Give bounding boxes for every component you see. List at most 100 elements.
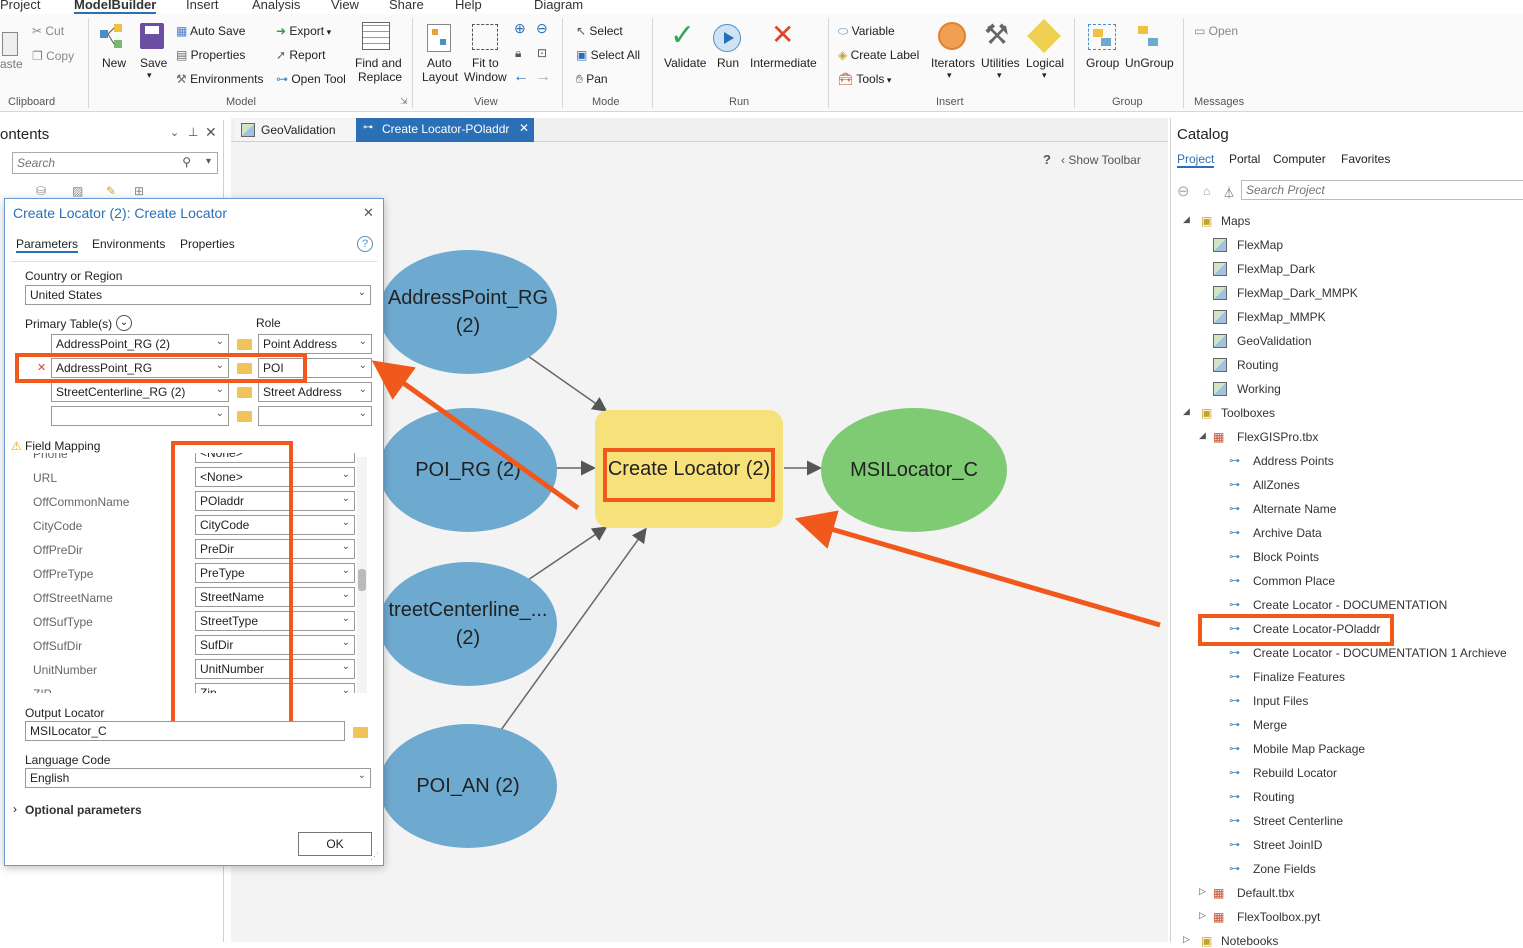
- intermediate-button[interactable]: Intermediate: [750, 56, 817, 70]
- contents-search-box[interactable]: ⚲ ▾: [12, 152, 218, 174]
- select-all-button[interactable]: ▣ Select All: [576, 48, 640, 62]
- lock-icon[interactable]: 🔒︎: [515, 46, 521, 61]
- copy-button[interactable]: ❐ Copy: [32, 49, 74, 63]
- zoom-out-icon[interactable]: ⊖: [536, 20, 548, 37]
- pin-icon[interactable]: ⊥: [188, 125, 198, 139]
- expand-arrow-icon[interactable]: ◢: [1183, 214, 1190, 225]
- database-icon[interactable]: ⛁: [36, 184, 46, 198]
- auto-layout-icon[interactable]: [427, 24, 451, 52]
- dialog-tab-environments[interactable]: Environments: [92, 237, 165, 251]
- auto-layout-label-2[interactable]: Layout: [422, 70, 458, 84]
- folder-icon[interactable]: [237, 387, 252, 398]
- back-icon[interactable]: ⊖: [1177, 182, 1190, 200]
- catalog-tab-project[interactable]: Project: [1177, 152, 1215, 168]
- chevron-down-icon[interactable]: ▾: [947, 70, 952, 81]
- dialog-tab-parameters[interactable]: Parameters: [16, 237, 79, 253]
- find-replace-icon[interactable]: [362, 22, 390, 50]
- catalog-tab-favorites[interactable]: Favorites: [1341, 152, 1390, 166]
- paste-icon[interactable]: [2, 32, 18, 56]
- node-addresspoint-rg[interactable]: AddressPoint_RG (2): [379, 250, 557, 374]
- country-select[interactable]: United States ⌄: [25, 285, 371, 305]
- logical-icon[interactable]: [1027, 19, 1061, 53]
- catalog-tab-portal[interactable]: Portal: [1229, 152, 1260, 166]
- iterators-button[interactable]: Iterators: [931, 56, 975, 70]
- utilities-button[interactable]: Utilities: [981, 56, 1020, 70]
- scrollbar-thumb[interactable]: [358, 569, 366, 591]
- tab-share[interactable]: Share: [389, 0, 424, 12]
- ungroup-icon[interactable]: [1138, 26, 1160, 48]
- close-icon[interactable]: ✕: [363, 205, 374, 221]
- back-arrow-icon[interactable]: ←: [513, 68, 529, 86]
- table-select-3[interactable]: StreetCenterline_RG (2) ⌄: [51, 382, 229, 402]
- cut-button[interactable]: ✂ Cut: [32, 24, 64, 38]
- node-poi-rg[interactable]: POI_RG (2): [379, 408, 557, 532]
- resize-grip-icon[interactable]: ⋰: [370, 851, 379, 862]
- run-button[interactable]: Run: [717, 56, 739, 70]
- output-locator-input[interactable]: MSILocator_C: [25, 721, 345, 741]
- intermediate-x-icon[interactable]: ✕: [771, 18, 794, 51]
- close-icon[interactable]: ✕: [205, 124, 217, 141]
- dialog-tab-properties[interactable]: Properties: [180, 237, 235, 251]
- group-button[interactable]: Group: [1086, 56, 1119, 70]
- contents-search-input[interactable]: [17, 154, 177, 172]
- fit-to-window-label-1[interactable]: Fit to: [472, 56, 499, 70]
- tab-insert[interactable]: Insert: [186, 0, 219, 12]
- select-button[interactable]: ↖ Select: [576, 24, 623, 38]
- forward-arrow-icon[interactable]: →: [535, 68, 551, 86]
- contents-menu-icon[interactable]: ⌄: [170, 126, 179, 139]
- collapse-arrow-icon[interactable]: ▷: [1183, 934, 1190, 945]
- logical-button[interactable]: Logical: [1026, 56, 1064, 70]
- filter-icon[interactable]: ⏃: [1223, 184, 1235, 201]
- save-dropdown-icon[interactable]: ▾: [147, 70, 152, 81]
- node-msilocator-c[interactable]: MSILocator_C: [821, 408, 1007, 532]
- fit-to-window-label-2[interactable]: Window: [464, 70, 507, 84]
- pan-button[interactable]: ✋︎ Pan: [576, 72, 608, 87]
- tab-diagram[interactable]: Diagram: [534, 0, 583, 12]
- new-button[interactable]: New: [102, 56, 126, 70]
- properties-button[interactable]: ▤ Properties: [176, 48, 245, 62]
- scrollbar[interactable]: [357, 457, 367, 693]
- layer-icon[interactable]: ▨: [72, 184, 83, 198]
- pencil-icon[interactable]: ✎: [106, 184, 116, 198]
- validate-button[interactable]: Validate: [664, 56, 706, 70]
- chevron-down-icon[interactable]: ▾: [1042, 70, 1047, 81]
- node-streetcenterline[interactable]: treetCenterline_... (2): [379, 562, 557, 686]
- role-select-1[interactable]: Point Address ⌄: [258, 334, 372, 354]
- environments-button[interactable]: ⚒ Environments: [176, 72, 263, 86]
- auto-save-button[interactable]: ▦ Auto Save: [176, 24, 245, 38]
- run-icon[interactable]: [713, 24, 741, 52]
- catalog-search-input[interactable]: [1241, 180, 1523, 200]
- tab-analysis[interactable]: Analysis: [252, 0, 300, 12]
- expand-arrow-icon[interactable]: ◢: [1183, 406, 1190, 417]
- validate-check-icon[interactable]: ✓: [670, 18, 695, 53]
- variable-button[interactable]: ⬭ Variable: [838, 24, 895, 39]
- report-button[interactable]: ➚ Report: [276, 48, 325, 62]
- open-tool-button[interactable]: ⊶ Open Tool: [276, 72, 346, 86]
- tab-modelbuilder[interactable]: ModelBuilder: [74, 0, 157, 14]
- collapse-arrow-icon[interactable]: ▷: [1199, 886, 1206, 897]
- zoom-in-icon[interactable]: ⊕: [514, 20, 526, 37]
- folder-icon[interactable]: [237, 339, 252, 350]
- tab-project[interactable]: Project: [0, 0, 40, 12]
- group-icon[interactable]: [1088, 24, 1116, 50]
- auto-layout-label-1[interactable]: Auto: [427, 56, 452, 70]
- paste-label[interactable]: aste: [0, 57, 23, 71]
- help-icon[interactable]: ?: [357, 236, 373, 252]
- save-icon[interactable]: [140, 23, 164, 49]
- home-icon[interactable]: ⌂: [1203, 184, 1210, 198]
- chevron-down-icon[interactable]: ▾: [997, 70, 1002, 81]
- chevron-down-icon[interactable]: ▾: [206, 156, 211, 167]
- ungroup-button[interactable]: UnGroup: [1125, 56, 1174, 70]
- ok-button[interactable]: OK: [298, 832, 372, 856]
- optional-parameters-toggle[interactable]: Optional parameters: [25, 803, 142, 817]
- expand-icon[interactable]: ⌄: [116, 315, 132, 331]
- search-icon[interactable]: ⚲: [182, 155, 191, 169]
- create-label-button[interactable]: ◈ Create Label: [838, 48, 919, 62]
- chevron-right-icon[interactable]: ›: [13, 802, 17, 816]
- role-select-3[interactable]: Street Address ⌄: [258, 382, 372, 402]
- grid-icon[interactable]: ⊞: [134, 184, 144, 198]
- table-select-4[interactable]: ⌄: [51, 406, 229, 426]
- node-poi-an[interactable]: POI_AN (2): [379, 724, 557, 848]
- iterators-icon[interactable]: [938, 22, 966, 50]
- find-replace-label-1[interactable]: Find and: [355, 56, 402, 70]
